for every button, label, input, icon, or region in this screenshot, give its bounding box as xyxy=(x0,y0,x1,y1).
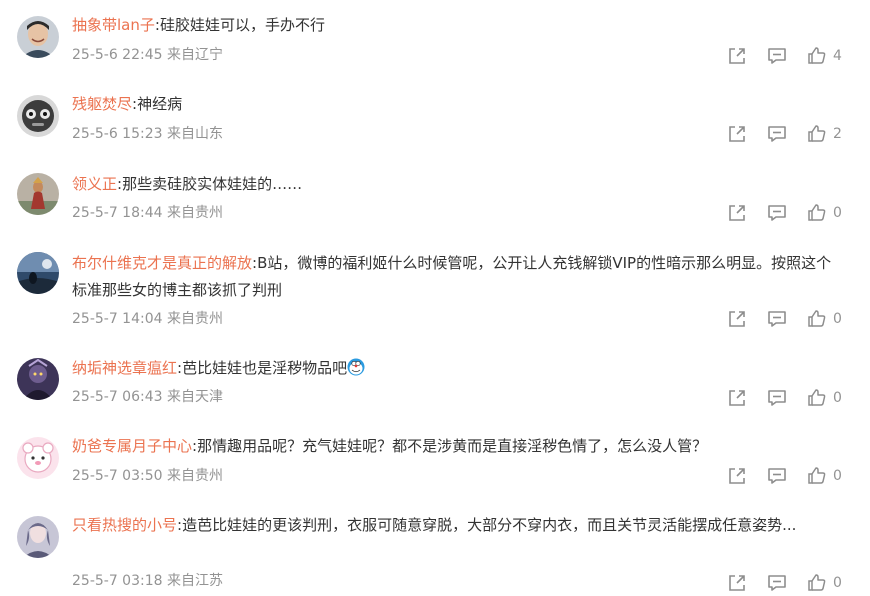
comment-location: 来自江苏 xyxy=(166,573,223,589)
like-count: 0 xyxy=(833,468,842,484)
comment-icon[interactable] xyxy=(767,466,787,486)
comment-text: 芭比娃娃也是淫秽物品吧 xyxy=(182,359,348,377)
comment-date: 25-5-7 14:04 xyxy=(72,311,163,327)
comment-actions: 4 xyxy=(727,46,857,66)
avatar[interactable] xyxy=(17,358,59,400)
comment-text: 那些卖硅胶实体娃娃的…… xyxy=(122,175,303,193)
comment-meta: 25-5-7 18:44 来自贵州 xyxy=(72,203,223,223)
comment-icon[interactable] xyxy=(767,46,787,66)
comment-location: 来自贵州 xyxy=(166,205,223,221)
comment-text: 神经病 xyxy=(137,95,183,113)
comment-date: 25-5-6 15:23 xyxy=(72,126,163,142)
comment-text-block: 领义正:那些卖硅胶实体娃娃的…… xyxy=(72,175,303,193)
share-icon[interactable] xyxy=(727,309,747,329)
like-count: 0 xyxy=(833,311,842,327)
comment-username[interactable]: 抽象带lan子 xyxy=(72,16,155,34)
like-count: 0 xyxy=(833,205,842,221)
comment-location: 来自贵州 xyxy=(166,311,223,327)
avatar[interactable] xyxy=(17,437,59,479)
comment-actions: 0 xyxy=(727,388,857,408)
comment-text: 那情趣用品呢？充气娃娃呢？都不是涉黄而是直接淫秽色情了，怎么没人管？ xyxy=(197,437,708,455)
comment-icon[interactable] xyxy=(767,124,787,144)
avatar[interactable] xyxy=(17,516,59,558)
comment-username[interactable]: 奶爸专属月子中心 xyxy=(72,437,192,455)
avatar[interactable] xyxy=(17,173,59,215)
comment-date: 25-5-7 03:50 xyxy=(72,468,163,484)
share-icon[interactable] xyxy=(727,573,747,593)
comment-actions: 0 xyxy=(727,573,857,593)
avatar[interactable] xyxy=(17,95,59,137)
comment-icon[interactable] xyxy=(767,203,787,223)
comment-username[interactable]: 布尔什维克才是真正的解放 xyxy=(72,254,252,272)
comment-username[interactable]: 领义正 xyxy=(72,175,117,193)
avatar[interactable] xyxy=(17,252,59,294)
comment-username[interactable]: 残躯焚尽 xyxy=(72,95,132,113)
comment-meta: 25-5-7 06:43 来自天津 xyxy=(72,387,223,407)
comment-text: 造芭比娃娃的更该判刑，衣服可随意穿脱，大部分不穿内衣，而且关节灵活能摆成任意姿势… xyxy=(182,516,797,534)
avatar[interactable] xyxy=(17,16,59,58)
thumbs-up-icon[interactable] xyxy=(807,203,827,223)
comment-username[interactable]: 只看热搜的小号 xyxy=(72,516,177,534)
comment-meta: 25-5-7 03:18 来自江苏 xyxy=(72,571,223,591)
comment-text-block: 只看热搜的小号:造芭比娃娃的更该判刑，衣服可随意穿脱，大部分不穿内衣，而且关节灵… xyxy=(72,516,797,534)
share-icon[interactable] xyxy=(727,388,747,408)
comment-date: 25-5-7 18:44 xyxy=(72,205,163,221)
thumbs-up-icon[interactable] xyxy=(807,573,827,593)
share-icon[interactable] xyxy=(727,466,747,486)
comment-location: 来自贵州 xyxy=(166,468,223,484)
comment-text-block: 残躯焚尽:神经病 xyxy=(72,95,183,113)
comment-text-block: 奶爸专属月子中心:那情趣用品呢？充气娃娃呢？都不是涉黄而是直接淫秽色情了，怎么没… xyxy=(72,437,708,455)
comment-icon[interactable] xyxy=(767,309,787,329)
comment-text-block: 布尔什维克才是真正的解放:B站，微博的福利姬什么时候管呢，公开让人充钱解锁VIP… xyxy=(72,254,832,299)
comment-date: 25-5-6 22:45 xyxy=(72,47,163,63)
comment-meta: 25-5-7 14:04 来自贵州 xyxy=(72,309,223,329)
share-icon[interactable] xyxy=(727,124,747,144)
like-count: 4 xyxy=(833,48,842,64)
thumbs-up-icon[interactable] xyxy=(807,124,827,144)
comment-text: 硅胶娃娃可以，手办不行 xyxy=(159,16,325,34)
thumbs-up-icon[interactable] xyxy=(807,388,827,408)
like-count: 0 xyxy=(833,390,842,406)
thumbs-up-icon[interactable] xyxy=(807,46,827,66)
like-count: 2 xyxy=(833,126,842,142)
comment-meta: 25-5-6 22:45 来自辽宁 xyxy=(72,45,223,65)
share-icon[interactable] xyxy=(727,203,747,223)
comment-actions: 0 xyxy=(727,309,857,329)
comment-actions: 0 xyxy=(727,466,857,486)
comment-location: 来自山东 xyxy=(166,126,223,142)
like-count: 0 xyxy=(833,575,842,591)
thumbs-up-icon[interactable] xyxy=(807,466,827,486)
comment-date: 25-5-7 06:43 xyxy=(72,389,163,405)
comment-actions: 2 xyxy=(727,124,857,144)
comment-icon[interactable] xyxy=(767,388,787,408)
share-icon[interactable] xyxy=(727,46,747,66)
comment-text-block: 纳垢神选章瘟红:芭比娃娃也是淫秽物品吧 xyxy=(72,355,842,382)
comment-location: 来自天津 xyxy=(166,389,223,405)
thumbs-up-icon[interactable] xyxy=(807,309,827,329)
comment-meta: 25-5-7 03:50 来自贵州 xyxy=(72,466,223,486)
comment-username[interactable]: 纳垢神选章瘟红 xyxy=(72,359,177,377)
comment-text-block: 抽象带lan子:硅胶娃娃可以，手办不行 xyxy=(72,16,325,34)
comment-meta: 25-5-6 15:23 来自山东 xyxy=(72,124,223,144)
comment-location: 来自辽宁 xyxy=(166,47,223,63)
comment-actions: 0 xyxy=(727,203,857,223)
comment-date: 25-5-7 03:18 xyxy=(72,573,163,589)
comment-icon[interactable] xyxy=(767,573,787,593)
doraemon-emoji xyxy=(347,358,365,376)
